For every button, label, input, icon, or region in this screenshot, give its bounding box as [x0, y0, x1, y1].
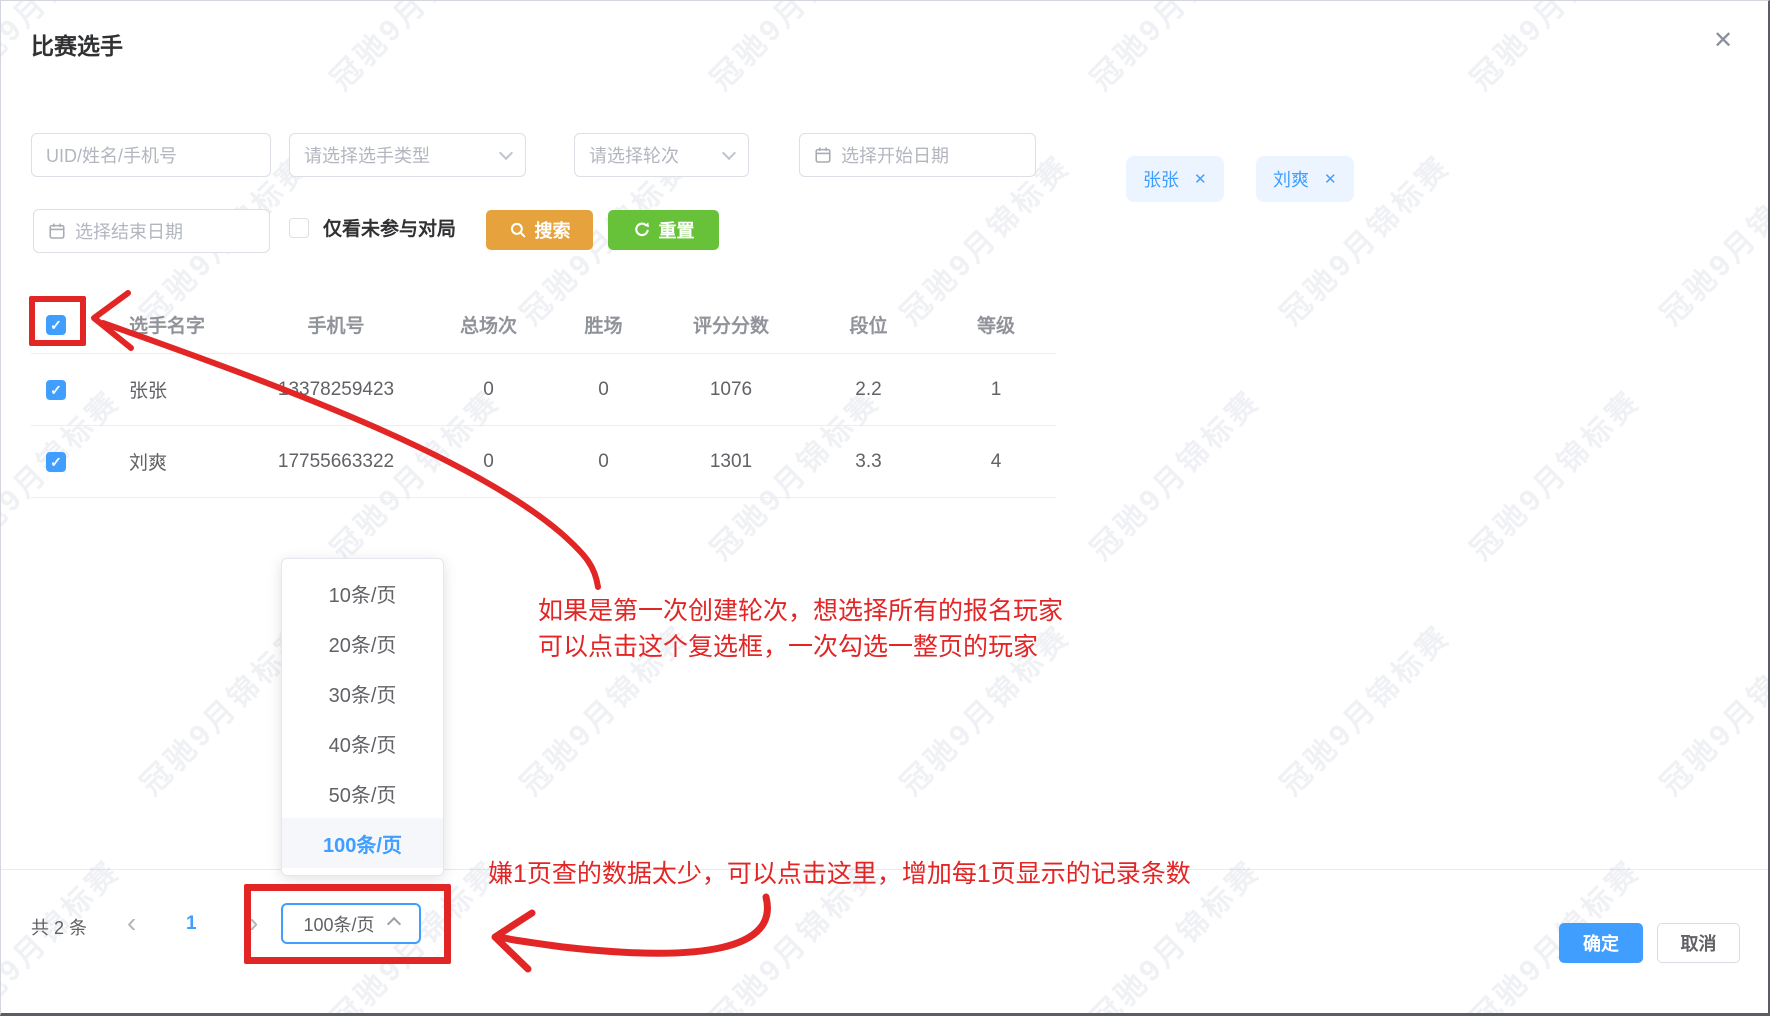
tag-label: 刘爽	[1273, 166, 1309, 192]
page-title: 比赛选手	[31, 27, 123, 61]
table-row: ✓ 张张 13378259423 0 0 1076 2.2 1	[31, 354, 1056, 426]
watermark: 冠驰9月锦标赛	[1078, 0, 1268, 98]
players-table: ✓ 选手名字 手机号 总场次 胜场 评分分数 段位 等级 ✓ 张张 133782…	[31, 296, 1056, 498]
tag-close-icon[interactable]: ✕	[1324, 170, 1337, 188]
cell-dan: 2.2	[801, 379, 936, 401]
table-header-row: ✓ 选手名字 手机号 总场次 胜场 评分分数 段位 等级	[31, 296, 1056, 354]
menu-item-10[interactable]: 10条/页	[282, 568, 443, 618]
annotation-note-line2: 可以点击这个复选框，一次勾选一整页的玩家	[538, 629, 1063, 665]
cell-wins: 0	[546, 451, 661, 473]
page-size-value: 100条/页	[303, 911, 374, 937]
reset-button-label: 重置	[659, 217, 695, 243]
col-header-level: 等级	[936, 311, 1056, 338]
current-page[interactable]: 1	[186, 913, 197, 935]
end-date-placeholder: 选择结束日期	[75, 218, 183, 244]
tag-close-icon[interactable]: ✕	[1194, 170, 1207, 188]
players-dialog: 比赛选手 ✕ UID/姓名/手机号 请选择选手类型 请选择轮次 选择开始日期 选…	[0, 0, 1770, 1016]
keyword-input[interactable]: UID/姓名/手机号	[31, 133, 271, 177]
menu-item-20[interactable]: 20条/页	[282, 618, 443, 668]
select-all-checkbox[interactable]: ✓	[46, 315, 66, 335]
close-icon[interactable]: ✕	[1713, 29, 1733, 53]
check-icon: ✓	[50, 383, 62, 397]
page-size-menu: 10条/页 20条/页 30条/页 40条/页 50条/页 100条/页	[281, 558, 444, 876]
watermark: 冠驰9月锦标赛	[1458, 378, 1648, 568]
cell-score: 1076	[661, 379, 801, 401]
watermark: 冠驰9月锦标赛	[698, 0, 888, 98]
player-type-placeholder: 请选择选手类型	[304, 142, 430, 168]
only-unplayed-checkbox[interactable]: ✓	[289, 218, 309, 238]
watermark: 冠驰9月锦标赛	[1648, 143, 1770, 333]
page-size-select[interactable]: 100条/页	[281, 903, 421, 944]
cell-wins: 0	[546, 379, 661, 401]
chevron-up-icon	[386, 916, 400, 930]
annotation-note-pagesize: 嫌1页查的数据太少，可以点击这里，增加每1页显示的记录条数	[488, 854, 1191, 890]
check-icon: ✓	[50, 318, 62, 332]
start-date-input[interactable]: 选择开始日期	[799, 133, 1036, 177]
prev-page-button[interactable]: ‹	[127, 909, 136, 937]
calendar-icon	[814, 146, 832, 164]
search-button-label: 搜索	[535, 217, 571, 243]
end-date-input[interactable]: 选择结束日期	[33, 209, 270, 253]
watermark: 冠驰9月锦标赛	[1458, 0, 1648, 98]
search-icon	[509, 221, 527, 239]
arrow-to-pagesize-head	[495, 913, 532, 969]
menu-item-100[interactable]: 100条/页	[282, 818, 443, 868]
table-row: ✓ 刘爽 17755663322 0 0 1301 3.3 4	[31, 426, 1056, 498]
cell-total: 0	[431, 379, 546, 401]
col-header-dan: 段位	[801, 311, 936, 338]
menu-item-50[interactable]: 50条/页	[282, 768, 443, 818]
cell-phone: 17755663322	[241, 451, 431, 473]
watermark: 冠驰9月锦标赛	[1268, 613, 1458, 803]
calendar-icon	[48, 222, 66, 240]
cell-phone: 13378259423	[241, 379, 431, 401]
menu-item-40[interactable]: 40条/页	[282, 718, 443, 768]
search-button[interactable]: 搜索	[486, 210, 593, 250]
row-checkbox[interactable]: ✓	[46, 452, 66, 472]
next-page-button[interactable]: ›	[249, 909, 258, 937]
watermark: 冠驰9月锦标赛	[318, 0, 508, 98]
chevron-down-icon	[722, 145, 736, 159]
cell-level: 1	[936, 379, 1056, 401]
tag-label: 张张	[1143, 166, 1179, 192]
round-select[interactable]: 请选择轮次	[574, 133, 749, 177]
menu-item-30[interactable]: 30条/页	[282, 668, 443, 718]
watermark: 冠驰9月锦标赛	[1078, 378, 1268, 568]
col-header-total: 总场次	[431, 311, 546, 338]
watermark: 冠驰9月锦标赛	[1648, 613, 1770, 803]
cancel-button[interactable]: 取消	[1657, 923, 1740, 963]
selected-tag: 刘爽 ✕	[1256, 156, 1354, 202]
round-placeholder: 请选择轮次	[589, 142, 679, 168]
cancel-button-label: 取消	[1681, 930, 1717, 956]
confirm-button[interactable]: 确定	[1559, 923, 1643, 963]
pagination-total: 共 2 条	[31, 914, 87, 940]
annotation-note-checkbox: 如果是第一次创建轮次，想选择所有的报名玩家 可以点击这个复选框，一次勾选一整页的…	[538, 593, 1063, 665]
confirm-button-label: 确定	[1583, 930, 1619, 956]
chevron-down-icon	[499, 145, 513, 159]
cell-name: 刘爽	[101, 448, 241, 475]
col-header-name: 选手名字	[101, 311, 241, 338]
col-header-wins: 胜场	[546, 311, 661, 338]
cell-score: 1301	[661, 451, 801, 473]
refresh-icon	[633, 221, 651, 239]
player-type-select[interactable]: 请选择选手类型	[289, 133, 526, 177]
annotation-note-line1: 如果是第一次创建轮次，想选择所有的报名玩家	[538, 593, 1063, 629]
col-header-phone: 手机号	[241, 311, 431, 338]
cell-level: 4	[936, 451, 1056, 473]
cell-dan: 3.3	[801, 451, 936, 473]
selected-tag: 张张 ✕	[1126, 156, 1224, 202]
only-unplayed-label: 仅看未参与对局	[323, 214, 456, 241]
col-header-score: 评分分数	[661, 311, 801, 338]
arrow-to-pagesize	[504, 897, 767, 953]
keyword-placeholder: UID/姓名/手机号	[46, 142, 177, 168]
cell-name: 张张	[101, 376, 241, 403]
cell-total: 0	[431, 451, 546, 473]
start-date-placeholder: 选择开始日期	[841, 142, 949, 168]
reset-button[interactable]: 重置	[608, 210, 719, 250]
row-checkbox[interactable]: ✓	[46, 380, 66, 400]
check-icon: ✓	[50, 455, 62, 469]
